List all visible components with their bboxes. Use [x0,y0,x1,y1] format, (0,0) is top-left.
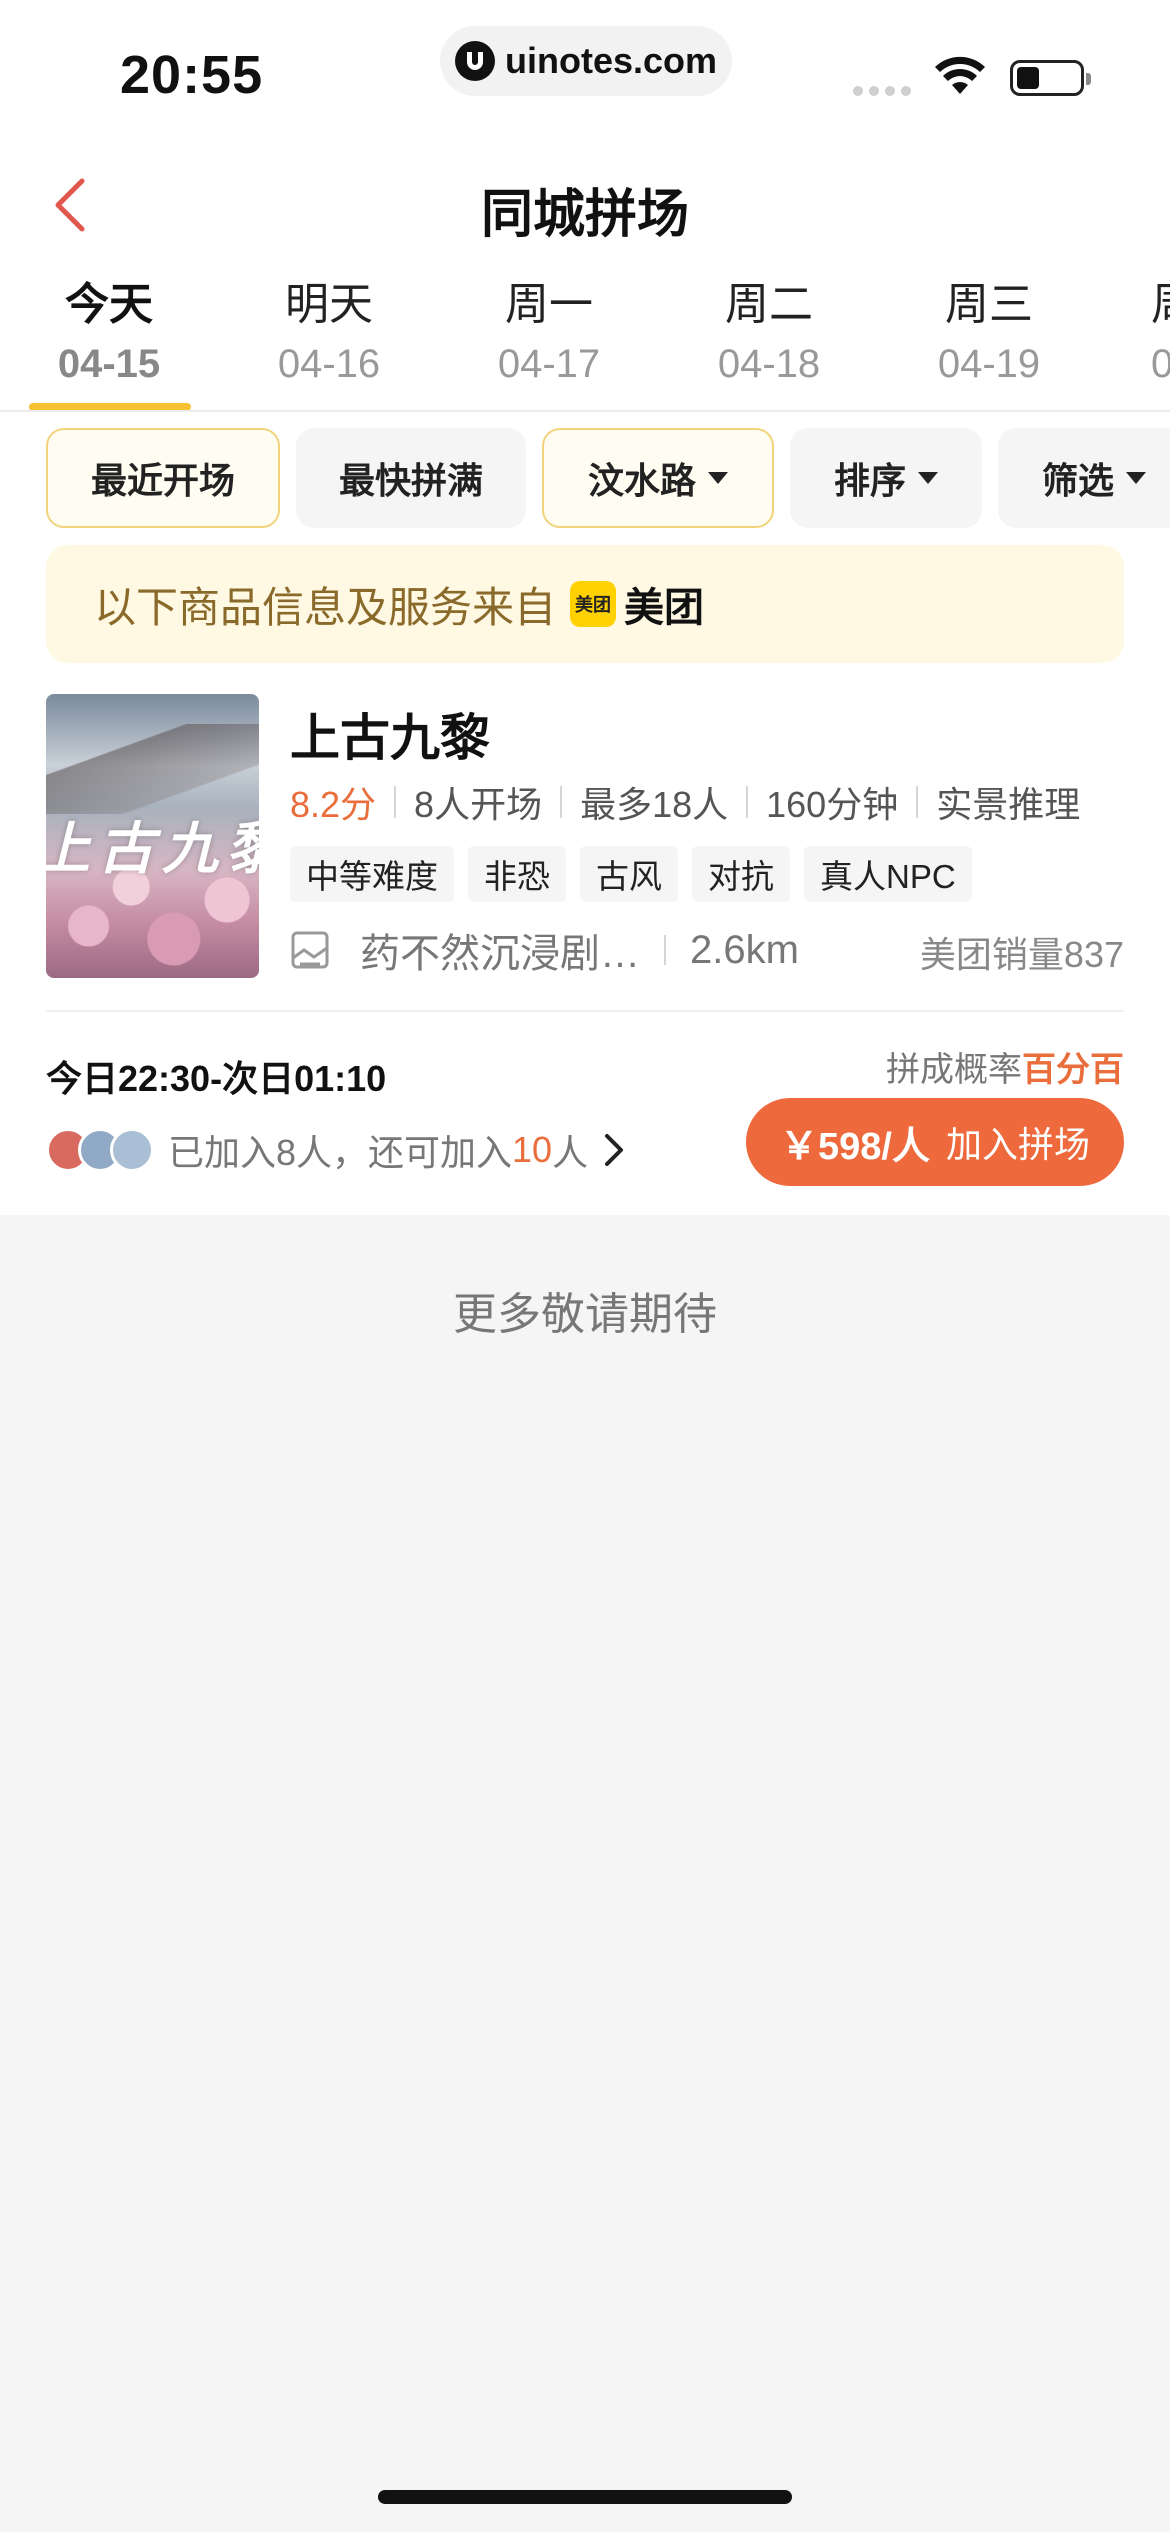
join-session-button[interactable]: ￥598/人 加入拼场 [746,1098,1124,1186]
meta-duration: 160分钟 [766,784,899,825]
date-tab-date: 04-16 [277,342,381,386]
tag: 古风 [580,846,678,902]
success-rate: 拼成概率百分百 [886,1042,1124,1091]
active-tab-indicator [29,403,191,410]
status-bar: 20:55 uinotes.com [0,0,1170,140]
sales-count: 美团销量837 [919,934,1124,975]
joined-text: 已加入8人，还可加入 [168,1132,513,1173]
divider [46,1010,1124,1012]
filter-screen-dropdown[interactable]: 筛选 [998,428,1170,528]
tag: 非恐 [468,846,566,902]
session-time: 今日22:30-次日01:10 [46,1058,387,1099]
tag: 真人NPC [804,846,972,902]
store-icon [291,931,329,969]
notice-text: 以下商品信息及服务来自 [94,583,557,631]
product-thumbnail: 上古九黎 [46,694,259,978]
wifi-icon [935,56,985,94]
date-tab-date: 0 [1151,337,1170,391]
filter-bar: 最近开场 最快拼满 汶水路 排序 筛选 [0,428,1170,530]
tag: 对抗 [692,846,790,902]
date-tab-date: 04-18 [717,342,821,386]
store-row: 药不然沉浸剧… 2.6km 美团销量837 [290,922,1124,978]
product-card[interactable]: 上古九黎 上古九黎 8.2分 8人开场 最多18人 160分钟 实景推理 中等难… [46,694,1124,1009]
product-title: 上古九黎 [290,710,490,766]
notice-brand: 美团 [624,586,705,630]
date-tab-day: 周三 [945,280,1033,329]
date-tab-monday[interactable]: 周一 04-17 [449,275,649,391]
avatar [110,1128,154,1172]
meta-max-players: 最多18人 [580,784,729,825]
meta-genre: 实景推理 [936,784,1081,825]
cellular-signal-icon [853,86,911,96]
filter-fastest-full[interactable]: 最快拼满 [296,428,526,528]
filter-label: 筛选 [1042,460,1115,501]
site-logo-icon [454,41,495,81]
store-distance: 2.6km [690,927,799,972]
url-text: uinotes.com [504,40,718,81]
date-tab-day: 周二 [725,280,813,329]
rate-value: 百分百 [1022,1051,1124,1089]
filter-label: 排序 [833,460,906,501]
filter-location-dropdown[interactable]: 汶水路 [542,428,774,528]
nav-bar: 同城拼场 [0,150,1170,260]
page-title: 同城拼场 [480,186,689,244]
date-tab-day: 周一 [505,280,593,329]
filter-recent-start[interactable]: 最近开场 [46,428,280,528]
rate-label: 拼成概率 [886,1051,1022,1089]
battery-icon [1010,60,1091,96]
chevron-right-icon [605,1134,624,1166]
filter-label: 最近开场 [90,460,235,501]
date-tab-today[interactable]: 今天 04-15 [9,275,209,391]
date-tab-date: 04-17 [497,342,601,386]
caret-down-icon [1126,472,1147,484]
home-indicator [378,2490,792,2504]
join-button-label: 加入拼场 [945,1124,1090,1165]
date-tab-day: 明天 [285,280,373,329]
product-meta: 8.2分 8人开场 最多18人 160分钟 实景推理 [290,776,1080,828]
remaining-unit: 人 [552,1132,589,1173]
date-tab-tomorrow[interactable]: 明天 04-16 [229,275,429,391]
caret-down-icon [918,472,938,484]
date-tab-date: 04-19 [937,342,1041,386]
date-tab-wednesday[interactable]: 周三 04-19 [889,275,1089,391]
session-price: ￥598/人 [780,1125,930,1168]
status-time: 20:55 [120,45,264,105]
caret-down-icon [708,472,728,484]
filter-label: 汶水路 [587,460,696,501]
date-tab-tuesday[interactable]: 周二 04-18 [669,275,869,391]
meituan-logo-icon: 美团 [570,581,617,627]
more-coming-text: 更多敬请期待 [453,1290,717,1339]
thumbnail-art-text: 上古九黎 [46,816,259,882]
meta-min-players: 8人开场 [414,784,543,825]
date-tab-partial[interactable]: 周 0 [1109,275,1170,391]
source-notice: 以下商品信息及服务来自 美团 美团 [46,545,1124,663]
date-tab-day: 周 [1151,275,1170,335]
joined-participants[interactable]: 已加入8人，还可加入 10 人 [46,1120,626,1180]
date-tabs: 今天 04-15 明天 04-16 周一 04-17 周二 04-18 周三 0… [0,275,1170,412]
date-tab-day: 今天 [65,280,153,329]
participant-avatars [46,1128,154,1172]
date-tab-date: 04-15 [57,342,161,386]
product-tags: 中等难度 非恐 古风 对抗 真人NPC [290,846,972,902]
product-score: 8.2分 [290,784,377,825]
remaining-count: 10 [512,1129,553,1170]
filter-label: 最快拼满 [338,460,483,501]
store-name: 药不然沉浸剧… [360,932,640,976]
filter-sort-dropdown[interactable]: 排序 [790,428,982,528]
tag: 中等难度 [290,846,454,902]
url-pill[interactable]: uinotes.com [440,26,732,96]
